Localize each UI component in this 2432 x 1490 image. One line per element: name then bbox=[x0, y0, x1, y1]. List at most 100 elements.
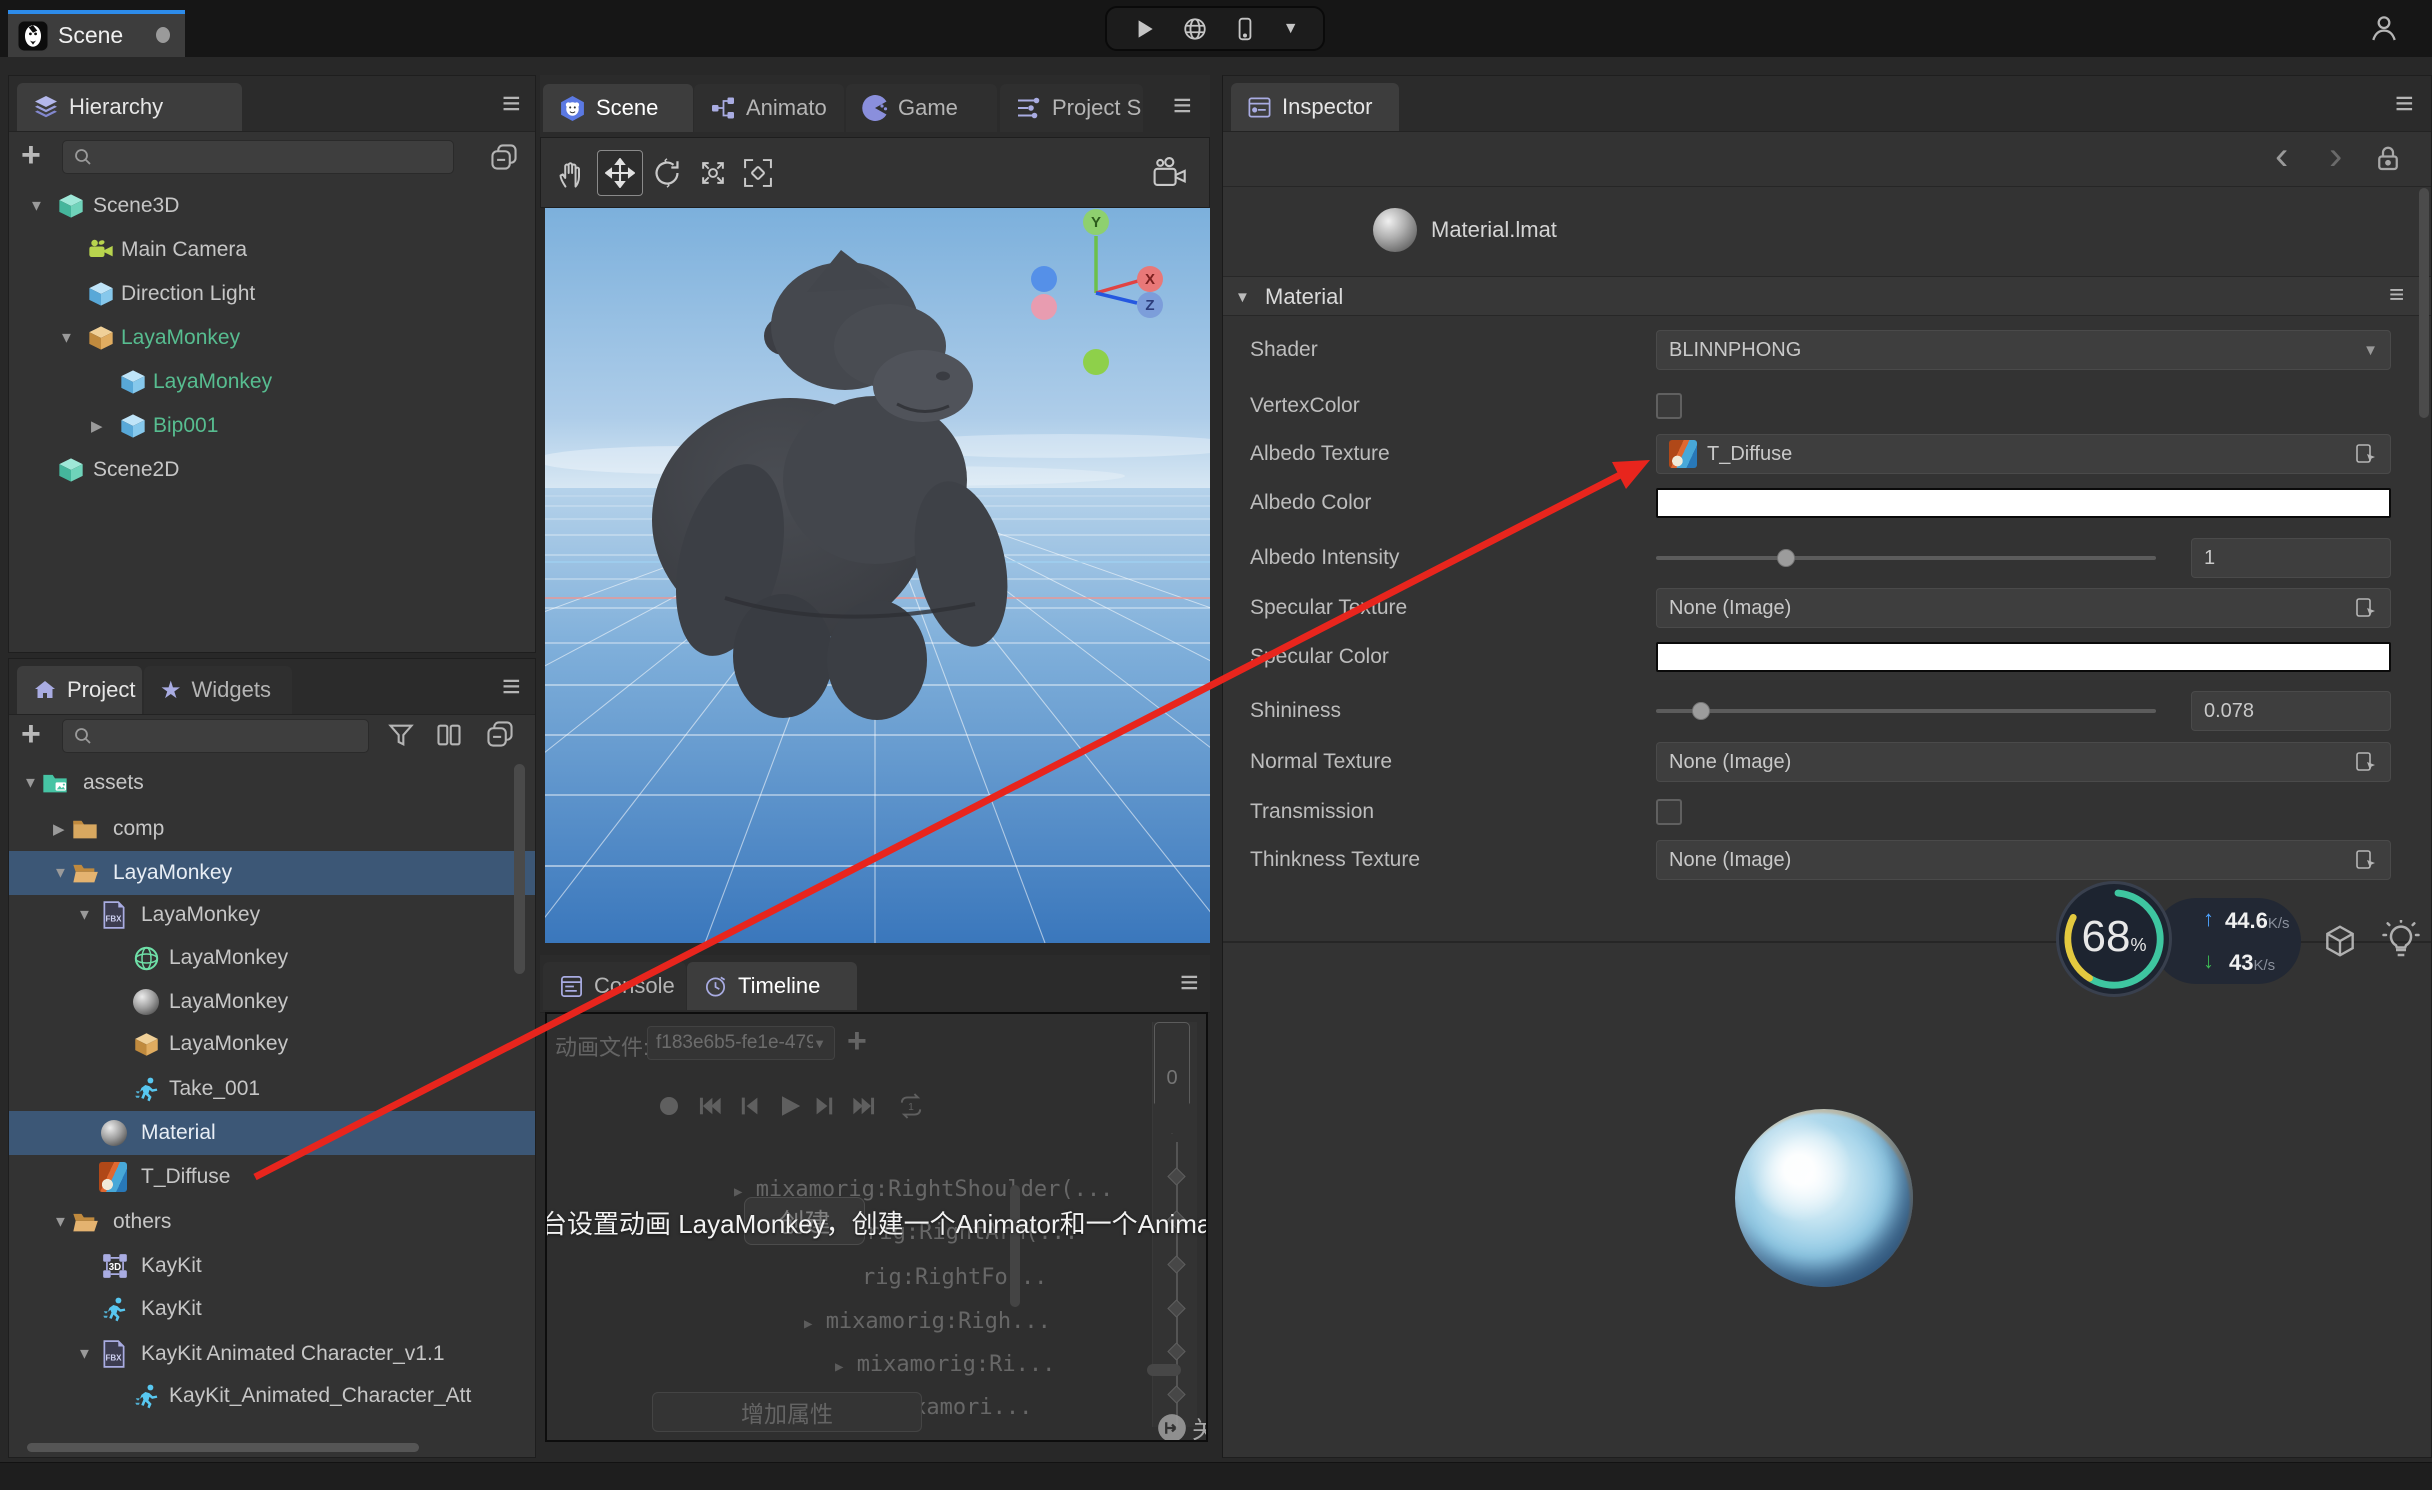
project-horizontal-scrollbar[interactable] bbox=[27, 1443, 419, 1452]
filter-icon[interactable] bbox=[387, 721, 415, 749]
user-account-icon[interactable] bbox=[2368, 12, 2400, 44]
project-search[interactable] bbox=[62, 719, 369, 753]
add-property-button[interactable]: 增加属性 bbox=[652, 1392, 922, 1432]
nav-back-button[interactable]: ‹ bbox=[2275, 136, 2288, 176]
normal-texture-field[interactable]: None (Image) bbox=[1656, 742, 2391, 782]
chevron-down-icon[interactable]: ▼ bbox=[53, 865, 68, 882]
tree-item-kaykit-anim[interactable]: KayKit bbox=[9, 1287, 535, 1331]
anim-file-dropdown[interactable]: f183e6b5-fe1e-479 ▼ bbox=[647, 1026, 835, 1060]
tab-inspector[interactable]: Inspector bbox=[1231, 83, 1399, 131]
scene-tabs-menu-button[interactable]: ≡ bbox=[1173, 89, 1192, 121]
albedo-intensity-input[interactable]: 1 bbox=[2191, 538, 2391, 578]
tab-console[interactable]: Console bbox=[543, 962, 686, 1010]
inspector-scrollbar[interactable] bbox=[2419, 188, 2429, 418]
hierarchy-collapse-icon[interactable] bbox=[489, 142, 519, 172]
hierarchy-add-button[interactable]: + bbox=[21, 138, 41, 172]
camera-preview-button[interactable] bbox=[1149, 155, 1191, 191]
tree-item-layamonkey-mesh[interactable]: LayaMonkey bbox=[9, 936, 535, 980]
tab-timeline[interactable]: Timeline bbox=[687, 962, 857, 1010]
web-run-button[interactable] bbox=[1182, 16, 1208, 42]
chevron-down-icon[interactable]: ▼ bbox=[59, 330, 74, 347]
asset-picker-icon[interactable] bbox=[2354, 750, 2378, 774]
next-frame-button[interactable] bbox=[813, 1094, 837, 1118]
play-anim-button[interactable] bbox=[775, 1092, 803, 1120]
chevron-right-icon[interactable]: ▶ bbox=[734, 1184, 742, 1200]
play-button[interactable] bbox=[1131, 16, 1157, 42]
tree-item-material[interactable]: Material bbox=[9, 1111, 535, 1155]
chevron-right-icon[interactable]: ▶ bbox=[91, 417, 103, 435]
nav-forward-button[interactable]: › bbox=[2329, 136, 2342, 176]
tree-item-tdiffuse[interactable]: T_Diffuse bbox=[9, 1155, 535, 1199]
tree-item-assets[interactable]: ▼ assets bbox=[9, 761, 535, 805]
tab-widgets[interactable]: ★ Widgets bbox=[144, 666, 292, 714]
prev-frame-button[interactable] bbox=[737, 1094, 761, 1118]
tab-animator[interactable]: Animato bbox=[694, 84, 844, 132]
tree-item-bip001[interactable]: ▶ Bip001 bbox=[9, 404, 535, 448]
asset-picker-icon[interactable] bbox=[2354, 442, 2378, 466]
preview-light-icon[interactable] bbox=[2381, 920, 2421, 960]
vertex-color-checkbox[interactable] bbox=[1656, 393, 1682, 419]
albedo-intensity-slider-thumb[interactable] bbox=[1777, 549, 1795, 567]
chevron-right-icon[interactable]: ▶ bbox=[835, 1359, 843, 1375]
thinkness-texture-field[interactable]: None (Image) bbox=[1656, 840, 2391, 880]
section-menu-button[interactable]: ≡ bbox=[2389, 281, 2404, 307]
track-row[interactable]: ▶ mixamorig:Righ... bbox=[804, 1309, 1051, 1334]
albedo-texture-field[interactable]: T_Diffuse bbox=[1656, 434, 2391, 474]
performance-gauge[interactable]: 68% bbox=[2056, 881, 2172, 997]
chevron-down-icon[interactable]: ▼ bbox=[77, 1346, 92, 1363]
skip-start-button[interactable] bbox=[697, 1094, 723, 1118]
material-preview-sphere[interactable] bbox=[1735, 1109, 1913, 1287]
hierarchy-menu-button[interactable]: ≡ bbox=[502, 87, 521, 119]
project-add-button[interactable]: + bbox=[21, 717, 41, 751]
project-collapse-icon[interactable] bbox=[485, 719, 515, 749]
shader-dropdown[interactable]: BLINNPHONG ▼ bbox=[1656, 330, 2391, 370]
tree-item-scene3d[interactable]: ▼ Scene3D bbox=[9, 184, 535, 228]
track-row[interactable]: ▶ mixamorig:Ri... bbox=[835, 1352, 1055, 1377]
specular-texture-field[interactable]: None (Image) bbox=[1656, 588, 2391, 628]
document-tab-scene[interactable]: Scene bbox=[8, 10, 185, 57]
keyframe-diamond[interactable] bbox=[1167, 1342, 1186, 1361]
anim-file-add-button[interactable]: + bbox=[847, 1024, 867, 1058]
timeline-close-button[interactable]: 关 bbox=[1157, 1410, 1206, 1440]
tab-project-settings[interactable]: Project S bbox=[1000, 84, 1143, 132]
albedo-intensity-slider[interactable] bbox=[1656, 556, 2156, 560]
chevron-down-icon[interactable]: ▼ bbox=[53, 1214, 68, 1231]
asset-picker-icon[interactable] bbox=[2354, 596, 2378, 620]
tab-game[interactable]: Game bbox=[846, 84, 997, 132]
keyframe-diamond[interactable] bbox=[1167, 1385, 1186, 1404]
tree-item-kaykit-character-anim[interactable]: KayKit_Animated_Character_Att bbox=[9, 1374, 535, 1418]
timeline-horizontal-scrollbar[interactable] bbox=[1147, 1364, 1181, 1376]
tree-item-layamonkey-child[interactable]: LayaMonkey bbox=[9, 360, 535, 404]
tab-hierarchy[interactable]: Hierarchy bbox=[17, 83, 242, 131]
tree-item-scene2d[interactable]: Scene2D bbox=[9, 448, 535, 492]
lock-icon[interactable] bbox=[2373, 144, 2403, 174]
chevron-down-icon[interactable]: ▼ bbox=[23, 775, 38, 792]
skip-end-button[interactable] bbox=[851, 1094, 877, 1118]
hierarchy-search-input[interactable] bbox=[101, 145, 443, 169]
keyframe-diamond[interactable] bbox=[1167, 1299, 1186, 1318]
scene-viewport[interactable]: Y X Z bbox=[545, 208, 1210, 943]
tree-item-layamonkey-folder[interactable]: ▼ LayaMonkey bbox=[9, 851, 535, 895]
project-menu-button[interactable]: ≡ bbox=[502, 670, 521, 702]
tree-item-comp[interactable]: ▶ comp bbox=[9, 807, 535, 851]
console-menu-button[interactable]: ≡ bbox=[1180, 966, 1199, 998]
tree-item-kaykit-character-fbx[interactable]: ▼ FBX KayKit Animated Character_v1.1 bbox=[9, 1332, 535, 1376]
tab-scene[interactable]: Scene bbox=[543, 84, 693, 132]
rotate-tool-button[interactable] bbox=[651, 157, 683, 189]
tree-item-kaykit-3d[interactable]: 3D KayKit bbox=[9, 1244, 535, 1288]
tree-item-take001[interactable]: Take_001 bbox=[9, 1067, 535, 1111]
project-vertical-scrollbar[interactable] bbox=[514, 764, 525, 974]
tree-item-layamonkey-material[interactable]: LayaMonkey bbox=[9, 980, 535, 1024]
shininess-slider[interactable] bbox=[1656, 709, 2156, 713]
shininess-input[interactable]: 0.078 bbox=[2191, 691, 2391, 731]
run-options-dropdown[interactable]: ▼ bbox=[1283, 20, 1299, 38]
device-run-button[interactable] bbox=[1232, 16, 1258, 42]
chevron-right-icon[interactable]: ▶ bbox=[53, 820, 65, 838]
material-section-header[interactable]: ▼ Material ≡ bbox=[1223, 276, 2431, 316]
move-tool-button[interactable] bbox=[597, 150, 643, 196]
tree-item-direction-light[interactable]: Direction Light bbox=[9, 272, 535, 316]
tab-project[interactable]: Project bbox=[17, 666, 142, 714]
tree-item-main-camera[interactable]: Main Camera bbox=[9, 228, 535, 272]
specular-color-swatch[interactable] bbox=[1656, 642, 2391, 672]
chevron-down-icon[interactable]: ▼ bbox=[77, 907, 92, 924]
